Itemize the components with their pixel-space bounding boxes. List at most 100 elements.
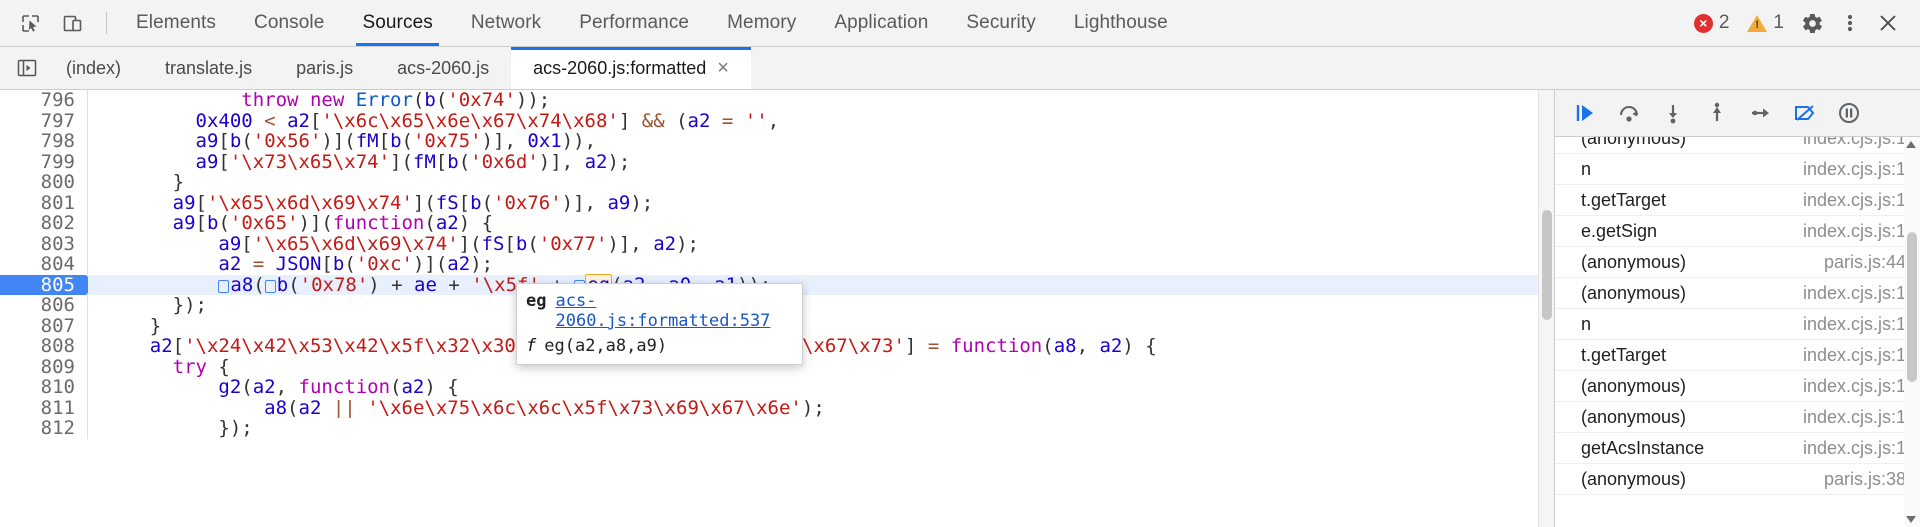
code-line[interactable]: 796 throw new Error(b('0x74')); [0,90,1554,111]
pause-on-exceptions-icon[interactable] [1829,96,1869,130]
line-number[interactable]: 802 [0,213,88,234]
line-number[interactable]: 800 [0,172,88,193]
call-stack-row[interactable]: (anonymous)index.cjs.js:1 [1555,402,1920,433]
code-line[interactable]: 797 0x400 < a2['\x6c\x65\x6e\x67\x74\x68… [0,111,1554,132]
gear-icon[interactable] [1794,6,1830,40]
code-line[interactable]: 801 a9['\x65\x6d\x69\x74'](fS[b('0x76')]… [0,193,1554,214]
file-tab-acs-2060-js[interactable]: acs-2060.js [375,47,511,89]
code-line[interactable]: 802 a9[b('0x65')](function(a2) { [0,213,1554,234]
file-tab-translate-js[interactable]: translate.js [143,47,274,89]
line-number[interactable]: 799 [0,152,88,173]
call-stack-row[interactable]: nindex.cjs.js:1 [1555,309,1920,340]
close-icon[interactable]: × [717,58,729,78]
file-tab-acs-2060-js-formatted[interactable]: acs-2060.js:formatted × [511,47,751,89]
code-line[interactable]: 800 } [0,172,1554,193]
call-stack-function-name: n [1581,159,1591,180]
call-stack-location: index.cjs.js:1 [1789,159,1906,180]
call-stack-location: index.cjs.js:1 [1789,376,1906,397]
tab-security[interactable]: Security [947,0,1054,46]
call-stack-location: index.cjs.js:1 [1789,345,1906,366]
call-stack-row[interactable]: t.getTargetindex.cjs.js:1 [1555,340,1920,371]
code-line[interactable]: 803 a9['\x65\x6d\x69\x74'](fS[b('0x77')]… [0,234,1554,255]
code-line[interactable]: 812 }); [0,418,1554,439]
popup-source-link[interactable]: acs-2060.js:formatted:537 [555,291,793,331]
debugger-toolbar [1555,90,1920,137]
file-tab-paris-js[interactable]: paris.js [274,47,375,89]
call-stack-row[interactable]: (anonymous)paris.js:38 [1555,464,1920,495]
resume-icon[interactable] [1565,96,1605,130]
tab-label: Memory [727,12,796,34]
line-number[interactable]: 804 [0,254,88,275]
error-counter[interactable]: × 2 [1686,12,1738,34]
line-number[interactable]: 811 [0,398,88,419]
function-preview-popup: eg acs-2060.js:formatted:537 f eg(a2,a8,… [516,283,803,365]
line-number[interactable]: 801 [0,193,88,214]
tab-lighthouse[interactable]: Lighthouse [1055,0,1187,46]
line-number[interactable]: 805 [0,275,88,296]
code-line[interactable]: 811 a8(a2 || '\x6e\x75\x6c\x6c\x5f\x73\x… [0,398,1554,419]
main-toolbar: Elements Console Sources Network Perform… [0,0,1920,47]
inspect-cursor-icon[interactable] [12,6,48,40]
line-number[interactable]: 806 [0,295,88,316]
step-icon[interactable] [1741,96,1781,130]
line-number[interactable]: 812 [0,418,88,439]
line-number[interactable]: 803 [0,234,88,255]
code-text: a9['\x65\x6d\x69\x74'](fS[b('0x76')], a9… [88,193,1554,214]
call-stack-row[interactable]: (anonymous)index.cjs.js:1 [1555,371,1920,402]
call-stack-function-name: (anonymous) [1581,252,1686,273]
panel-tabs: Elements Console Sources Network Perform… [117,0,1187,46]
tab-elements[interactable]: Elements [117,0,235,46]
call-stack-row[interactable]: t.getTargetindex.cjs.js:1 [1555,185,1920,216]
code-line[interactable]: 798 a9[b('0x56')](fM[b('0x75')], 0x1)), [0,131,1554,152]
call-stack-location: paris.js:38 [1810,469,1906,490]
tab-sources[interactable]: Sources [343,0,451,46]
scroll-up-arrow-icon[interactable] [1906,141,1916,148]
call-stack-row[interactable]: getAcsInstanceindex.cjs.js:1 [1555,433,1920,464]
code-line[interactable]: 804 a2 = JSON[b('0xc')](a2); [0,254,1554,275]
editor-scrollbar[interactable] [1538,90,1554,527]
toolbar-right-icons: × 2 1 [1686,6,1920,40]
step-into-icon[interactable] [1653,96,1693,130]
editor-scrollbar-thumb[interactable] [1542,210,1552,320]
call-stack-location: index.cjs.js:1 [1789,137,1906,149]
file-tabs: (index) translate.js paris.js acs-2060.j… [44,47,751,89]
line-number[interactable]: 808 [0,336,88,357]
call-stack-scrollbar-thumb[interactable] [1907,232,1917,382]
warning-counter[interactable]: 1 [1739,12,1792,34]
kebab-menu-icon[interactable] [1832,6,1868,40]
line-number[interactable]: 810 [0,377,88,398]
step-out-icon[interactable] [1697,96,1737,130]
show-navigator-icon[interactable] [10,53,44,83]
call-stack-row[interactable]: e.getSignindex.cjs.js:1 [1555,216,1920,247]
tab-console[interactable]: Console [235,0,343,46]
step-over-icon[interactable] [1609,96,1649,130]
tab-network[interactable]: Network [452,0,560,46]
call-stack-function-name: (anonymous) [1581,283,1686,304]
deactivate-breakpoints-icon[interactable] [1785,96,1825,130]
code-line[interactable]: 810 g2(a2, function(a2) { [0,377,1554,398]
call-stack-row[interactable]: (anonymous)index.cjs.js:1 [1555,137,1920,154]
device-toolbar-icon[interactable] [54,6,90,40]
file-tab-index[interactable]: (index) [44,47,143,89]
tab-performance[interactable]: Performance [560,0,708,46]
line-number[interactable]: 796 [0,90,88,111]
line-number[interactable]: 809 [0,357,88,378]
code-line[interactable]: 799 a9['\x73\x65\x74'](fM[b('0x6d')], a2… [0,152,1554,173]
scroll-down-arrow-icon[interactable] [1906,516,1916,523]
call-stack-row[interactable]: n index.cjs.js:1 [1555,154,1920,185]
code-text: }); [88,295,1554,316]
inline-breakpoint-icon[interactable] [265,280,276,293]
call-stack-row[interactable]: (anonymous)paris.js:44 [1555,247,1920,278]
tab-memory[interactable]: Memory [708,0,815,46]
close-icon[interactable] [1870,6,1906,40]
call-stack-location: index.cjs.js:1 [1789,221,1906,242]
line-number[interactable]: 798 [0,131,88,152]
line-number[interactable]: 807 [0,316,88,337]
call-stack-list[interactable]: (anonymous)index.cjs.js:1nindex.cjs.js:1… [1555,137,1920,527]
call-stack-row[interactable]: (anonymous)index.cjs.js:1 [1555,278,1920,309]
line-number[interactable]: 797 [0,111,88,132]
inline-breakpoint-icon[interactable] [218,280,229,293]
code-text: try { [88,357,1554,378]
tab-application[interactable]: Application [815,0,947,46]
call-stack-scrollbar[interactable] [1904,137,1920,527]
